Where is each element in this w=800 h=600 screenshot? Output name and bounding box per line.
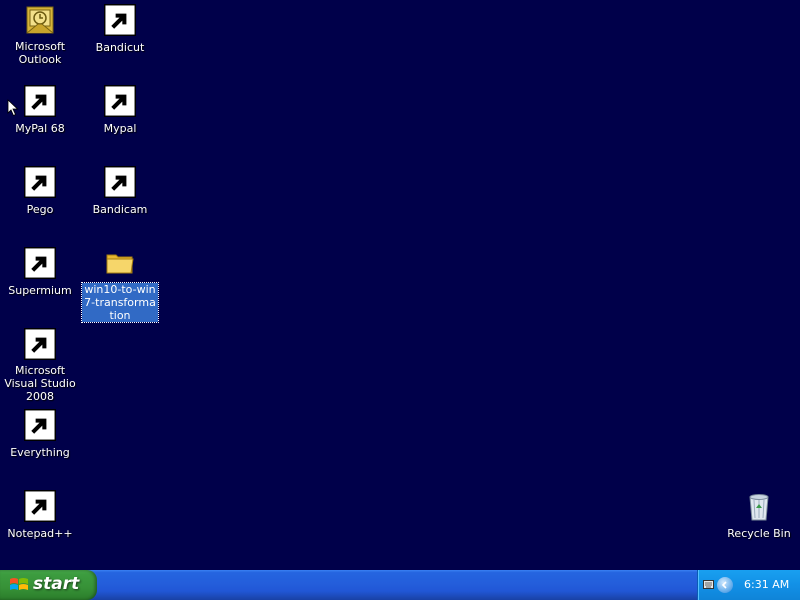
icon-label: Microsoft Outlook <box>14 40 66 66</box>
desktop-icon-microsoft-visual-studio-2008[interactable]: Microsoft Visual Studio 2008 <box>0 328 80 404</box>
icon-label: Recycle Bin <box>727 527 791 540</box>
shortcut-arrow-icon <box>104 85 136 117</box>
everything-search-icon <box>24 409 56 441</box>
folder-icon <box>104 247 136 279</box>
icon-label: Notepad++ <box>7 527 73 540</box>
windows-flag-icon <box>10 578 28 590</box>
shortcut-arrow-icon <box>24 166 56 198</box>
desktop-icon-microsoft-outlook[interactable]: Microsoft Outlook <box>0 4 80 67</box>
start-button[interactable]: start <box>0 570 97 600</box>
desktop-icon-bandicam[interactable]: Bandicam <box>80 166 160 217</box>
icon-label: Bandicam <box>92 203 148 216</box>
bandicam-icon <box>104 166 136 198</box>
desktop-icon-bandicut[interactable]: Bandicut <box>80 4 160 55</box>
icon-label: Microsoft Visual Studio 2008 <box>4 364 76 403</box>
desktop-icon-win10-to-win7-transformation-folder[interactable]: win10-to-win7-transformation <box>80 247 160 323</box>
icon-label: Bandicut <box>95 41 145 54</box>
system-tray: 6:31 AM <box>697 570 800 600</box>
shortcut-arrow-icon <box>104 166 136 198</box>
icon-label: win10-to-win7-transformation <box>81 282 159 323</box>
desktop-icon-mypal[interactable]: Mypal <box>80 85 160 136</box>
show-hidden-icons-button[interactable] <box>717 577 733 593</box>
icon-label: Everything <box>10 446 70 459</box>
desktop[interactable]: Microsoft Outlook Bandicut MyPal 68 Mypa… <box>0 0 800 570</box>
icon-label: Pego <box>26 203 54 216</box>
recycle-bin-icon <box>743 490 775 522</box>
desktop-icon-pego[interactable]: Pego <box>0 166 80 217</box>
keyboard-icon[interactable] <box>703 580 714 589</box>
chevron-left-icon <box>721 581 727 589</box>
desktop-icon-everything[interactable]: Everything <box>0 409 80 460</box>
shortcut-arrow-icon <box>24 409 56 441</box>
desktop-icon-recycle-bin[interactable]: Recycle Bin <box>719 490 799 541</box>
notepad-plus-plus-icon <box>24 490 56 522</box>
shortcut-arrow-icon <box>24 328 56 360</box>
outlook-icon <box>24 4 56 36</box>
supermium-icon <box>24 247 56 279</box>
shortcut-arrow-icon <box>24 85 56 117</box>
visual-studio-icon <box>24 328 56 360</box>
desktop-icon-supermium[interactable]: Supermium <box>0 247 80 298</box>
mouse-pointer-icon <box>7 99 19 117</box>
shortcut-arrow-icon <box>104 4 136 36</box>
bandicut-icon <box>104 4 136 36</box>
icon-label: MyPal 68 <box>15 122 65 135</box>
shortcut-arrow-icon <box>24 490 56 522</box>
mypal-icon <box>104 85 136 117</box>
clock[interactable]: 6:31 AM <box>744 578 789 591</box>
icon-label: Supermium <box>8 284 72 297</box>
icon-label: Mypal <box>103 122 137 135</box>
mypal-icon <box>24 85 56 117</box>
start-label: start <box>33 574 80 594</box>
shortcut-arrow-icon <box>24 247 56 279</box>
window-app-icon <box>24 166 56 198</box>
desktop-icon-notepad-plus-plus[interactable]: Notepad++ <box>0 490 80 541</box>
taskbar: start 6:31 AM <box>0 570 800 600</box>
